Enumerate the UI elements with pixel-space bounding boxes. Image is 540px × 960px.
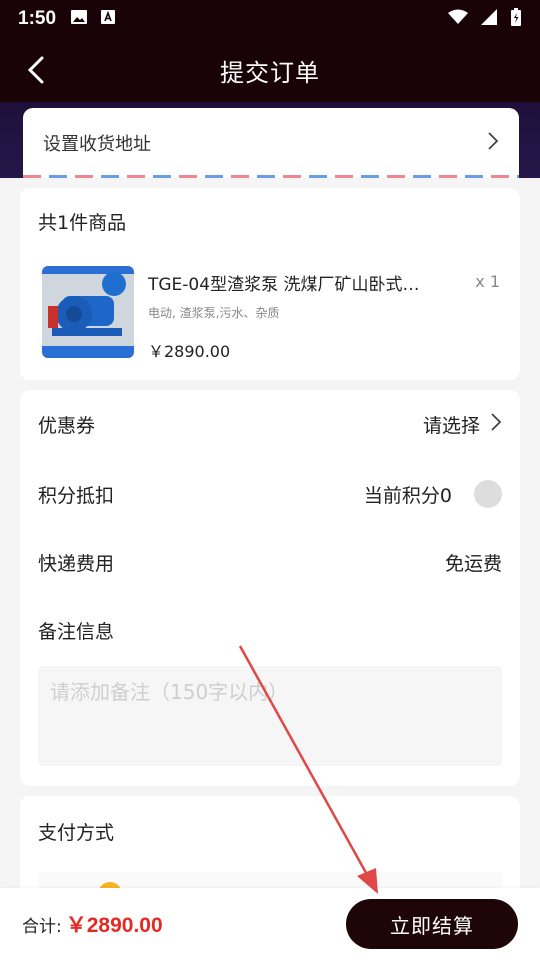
battery-icon [510,7,522,31]
shipping-label: 快递费用 [38,552,115,575]
checkout-button[interactable]: 立即结算 [346,899,518,949]
product-quantity: x 1 [475,272,500,291]
coupon-value: 请选择 [422,414,480,437]
remark-input[interactable] [50,680,490,704]
product-tags: 电动, 渣浆泵,污水、杂质 [148,306,280,320]
product-name: TGE-04型渣浆泵 洗煤厂矿山卧式… [148,275,420,295]
payment-title: 支付方式 [38,822,115,844]
total-label: 合计: [22,916,62,937]
page-title: 提交订单 [220,58,320,87]
chevron-left-icon [27,56,44,84]
image-notification-icon [70,9,88,29]
remark-label: 备注信息 [38,620,115,643]
points-toggle[interactable] [474,480,502,508]
coupon-label: 优惠券 [38,414,96,437]
address-selector[interactable]: 设置收货地址 [23,108,519,178]
chevron-right-icon [490,412,502,437]
nav-header: 提交订单 [0,38,540,102]
coupon-row[interactable]: 优惠券 请选择 [38,404,502,444]
product-price: ￥2890.00 [148,342,231,361]
back-button[interactable] [18,52,54,88]
remark-box [38,666,502,766]
total-amount: ￥2890.00 [65,914,163,937]
address-stripe-divider [23,175,519,178]
points-value: 当前积分0 [363,484,452,507]
order-options-card: 优惠券 请选择 积分抵扣 当前积分0 快递费用 免运费 备注信息 [20,390,520,786]
points-label: 积分抵扣 [38,484,115,507]
signal-icon [480,8,498,30]
checkout-bar: 合计: ￥2890.00 立即结算 [0,888,540,960]
font-notification-icon [100,9,116,29]
products-card: 共1件商品 TGE-04型渣浆泵 洗煤厂矿山卧式… 电动, 渣浆泵,污水、杂质 … [20,188,520,380]
status-bar: 1:50 [0,0,540,38]
shipping-row: 快递费用 免运费 [38,542,502,582]
shipping-value: 免运费 [444,552,502,575]
products-count-title: 共1件商品 [38,212,127,234]
remark-row: 备注信息 [38,610,502,650]
chevron-right-icon [487,131,499,155]
points-row: 积分抵扣 当前积分0 [38,474,502,514]
address-label: 设置收货地址 [43,134,151,155]
wifi-icon [448,9,468,29]
product-image[interactable] [42,266,134,358]
status-time: 1:50 [18,8,57,29]
